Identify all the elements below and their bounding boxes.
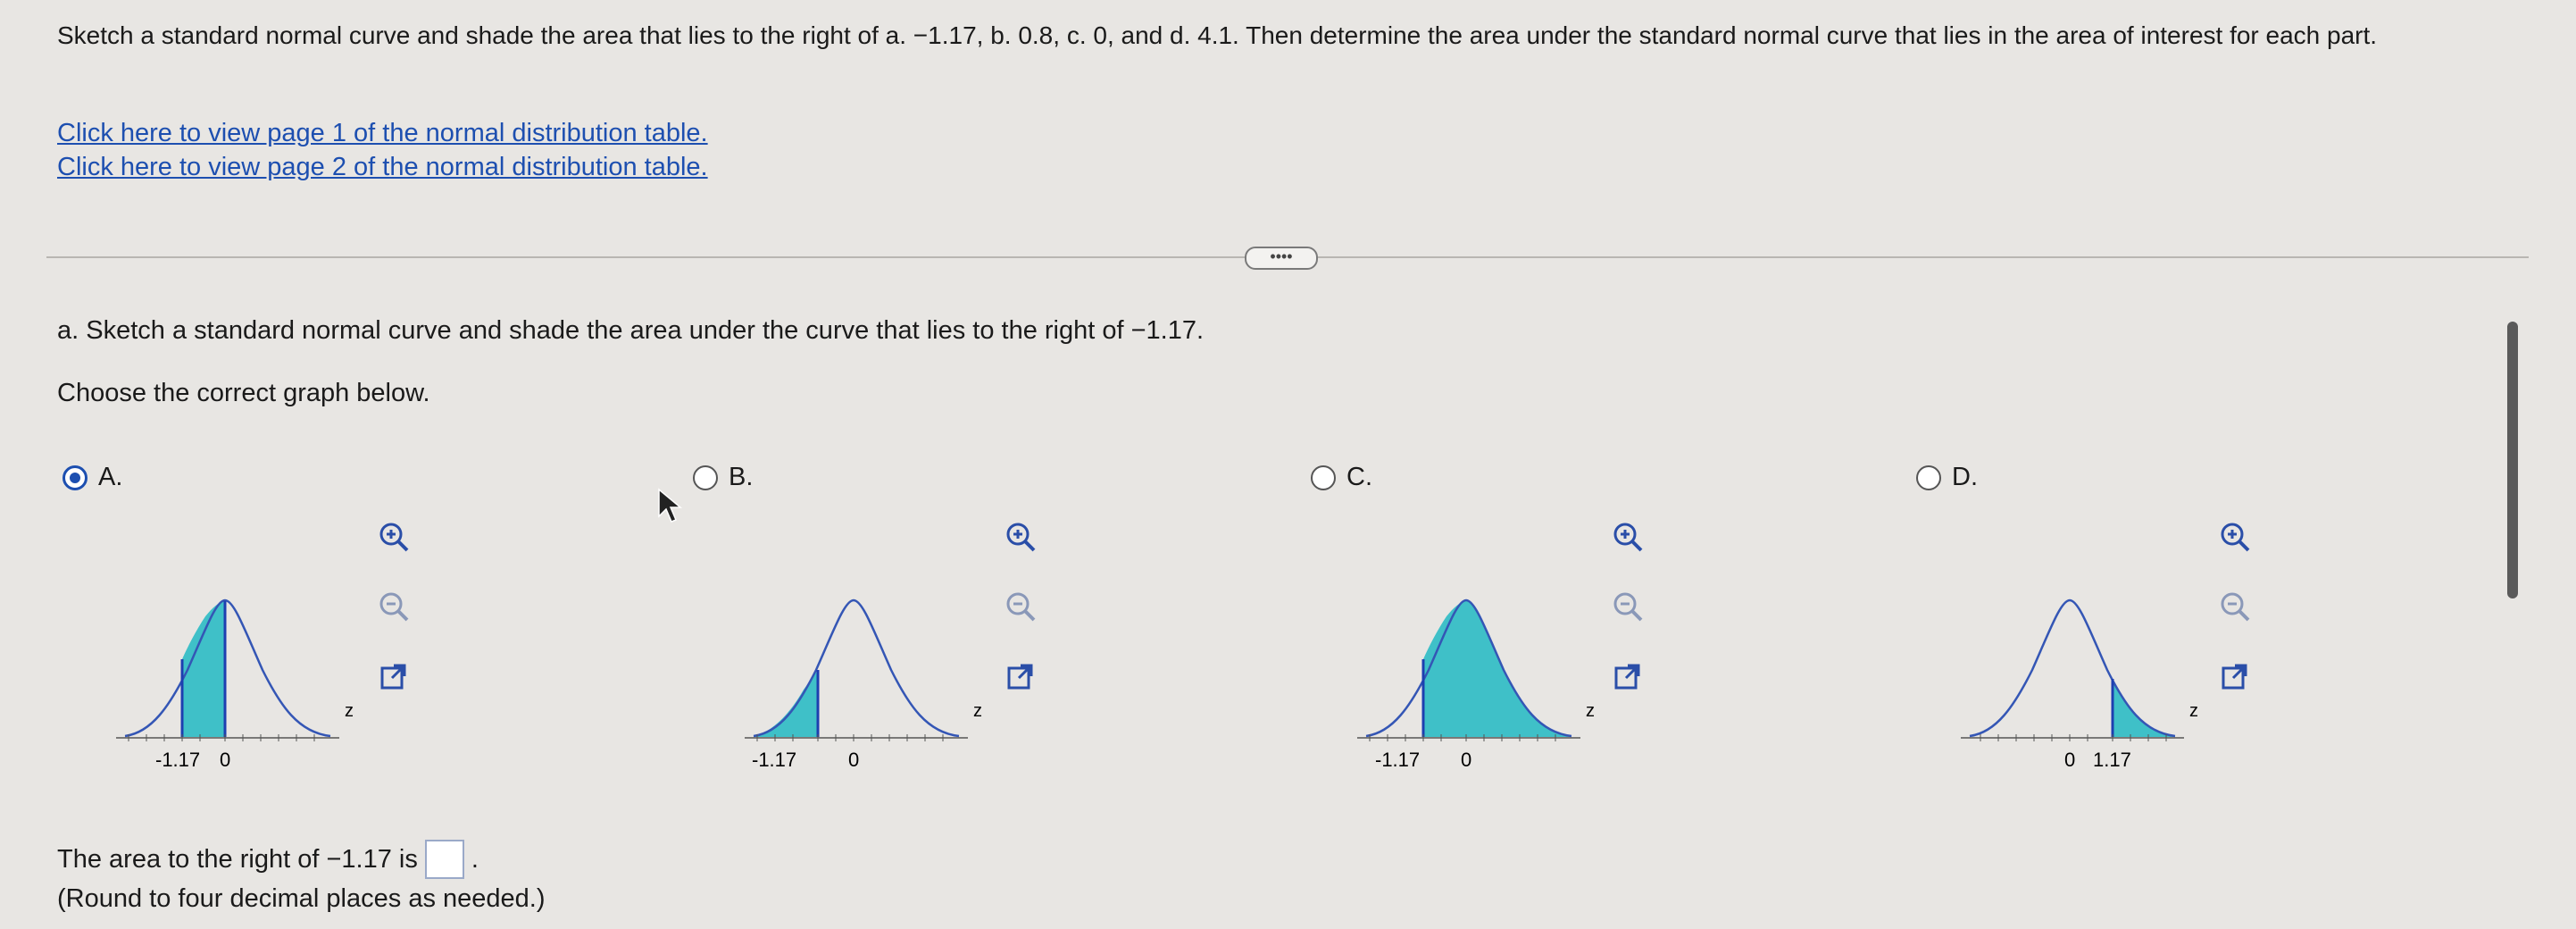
graph-b-curve	[753, 598, 960, 738]
option-c-tools	[1607, 516, 1648, 697]
problem-statement: Sketch a standard normal curve and shade…	[57, 21, 2378, 49]
radio-b[interactable]	[693, 464, 718, 490]
graph-a-axis-label: z	[345, 701, 354, 721]
answer-prompt: The area to the right of −1.17 is	[57, 844, 418, 874]
graph-c-axis-label: z	[1586, 701, 1595, 721]
more-button[interactable]: ••••	[1245, 247, 1318, 270]
vertical-scrollbar[interactable]	[2507, 322, 2518, 598]
rounding-note: (Round to four decimal places as needed.…	[57, 884, 546, 913]
graph-c: -1.17 0 z	[1357, 598, 1595, 771]
instruction-text: Choose the correct graph below.	[57, 379, 430, 407]
table-page-2-link[interactable]: Click here to view page 2 of the normal …	[57, 150, 708, 184]
graph-a-tick-neg: -1.17	[155, 749, 200, 771]
answer-row: The area to the right of −1.17 is .	[57, 840, 479, 879]
graph-a-curve	[124, 598, 331, 738]
option-a-label: A.	[98, 463, 123, 491]
graph-d-shade	[2113, 679, 2175, 737]
radio-c[interactable]	[1311, 464, 1336, 490]
graph-d-tick-pos: 1.17	[2093, 749, 2131, 771]
option-c[interactable]: C.	[1311, 463, 1372, 492]
graph-c-tick-neg: -1.17	[1375, 749, 1420, 771]
table-links: Click here to view page 1 of the normal …	[57, 116, 708, 184]
option-d-label: D.	[1952, 463, 1978, 491]
graph-c-tick-zero: 0	[1461, 749, 1471, 771]
zoom-out-icon[interactable]	[1607, 586, 1648, 627]
graph-d-axis-label: z	[2189, 701, 2198, 721]
answer-period: .	[471, 844, 479, 874]
external-link-icon[interactable]	[1000, 656, 1041, 697]
graph-b-axis-label: z	[973, 701, 982, 721]
option-b-tools	[1000, 516, 1041, 697]
page: Sketch a standard normal curve and shade…	[0, 0, 2576, 929]
graph-b-tick-zero: 0	[848, 749, 859, 771]
option-a[interactable]: A.	[63, 463, 122, 492]
option-b[interactable]: B.	[693, 463, 753, 492]
radio-d[interactable]	[1916, 464, 1941, 490]
graph-d-tick-zero: 0	[2064, 749, 2075, 771]
zoom-in-icon[interactable]	[373, 516, 414, 557]
option-d[interactable]: D.	[1916, 463, 1978, 492]
graph-c-shade	[1423, 600, 1571, 737]
mouse-cursor-icon	[658, 488, 683, 523]
graph-a: -1.17 0 z	[116, 598, 354, 771]
graph-d-curve	[1969, 598, 2176, 738]
graph-b-tick-neg: -1.17	[752, 749, 796, 771]
option-d-tools	[2214, 516, 2255, 697]
zoom-out-icon[interactable]	[2214, 586, 2255, 627]
graph-d: 0 1.17 z	[1961, 598, 2198, 771]
zoom-in-icon[interactable]	[1000, 516, 1041, 557]
graph-b-shade	[754, 670, 818, 737]
external-link-icon[interactable]	[1607, 656, 1648, 697]
option-c-label: C.	[1346, 463, 1372, 491]
option-b-label: B.	[729, 463, 754, 491]
external-link-icon[interactable]	[373, 656, 414, 697]
graph-b: -1.17 0 z	[745, 598, 982, 771]
external-link-icon[interactable]	[2214, 656, 2255, 697]
graph-a-tick-zero: 0	[220, 749, 230, 771]
zoom-out-icon[interactable]	[1000, 586, 1041, 627]
zoom-out-icon[interactable]	[373, 586, 414, 627]
answer-input[interactable]	[424, 840, 464, 879]
radio-a[interactable]	[63, 464, 88, 490]
zoom-in-icon[interactable]	[2214, 516, 2255, 557]
question-text: a. Sketch a standard normal curve and sh…	[57, 316, 1205, 345]
option-a-tools	[373, 516, 414, 697]
zoom-in-icon[interactable]	[1607, 516, 1648, 557]
table-page-1-link[interactable]: Click here to view page 1 of the normal …	[57, 116, 708, 150]
